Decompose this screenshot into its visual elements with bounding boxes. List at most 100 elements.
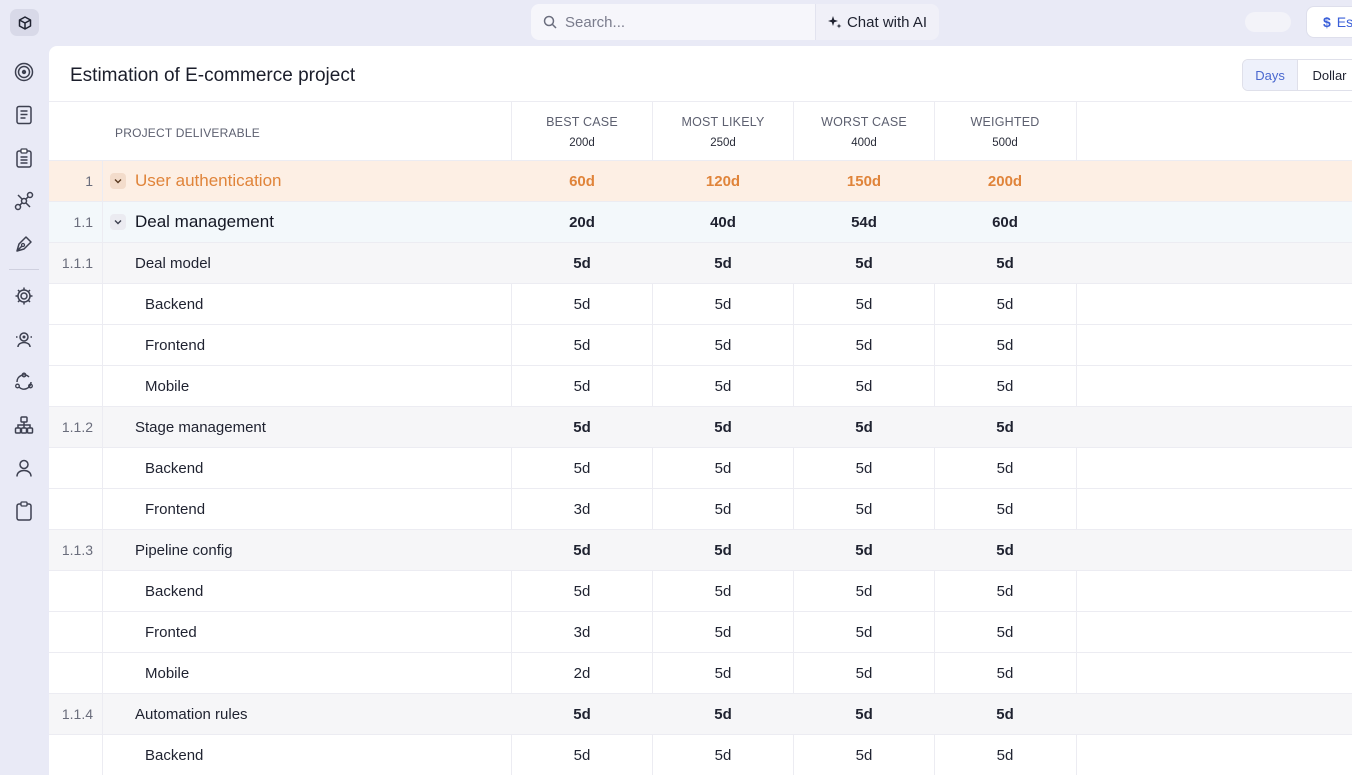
weighted-cell[interactable]: 5d [934,571,1075,611]
weighted-cell[interactable]: 5d [934,530,1075,570]
worst-case-cell[interactable]: 5d [793,243,934,283]
most-likely-cell[interactable]: 5d [652,448,793,488]
worst-case-cell[interactable]: 5d [793,612,934,652]
weighted-cell[interactable]: 5d [934,694,1075,734]
worst-case-cell[interactable]: 150d [793,161,934,201]
table-row[interactable]: 1.1.1 Deal model 5d 5d 5d 5d [49,243,1352,284]
best-case-cell[interactable]: 20d [511,202,652,242]
clipboard-list-icon[interactable] [12,146,36,170]
currency-button[interactable]: $ Es [1306,6,1352,38]
weighted-cell[interactable]: 200d [934,161,1075,201]
best-case-cell[interactable]: 5d [511,366,652,406]
table-row[interactable]: Mobile 5d 5d 5d 5d [49,366,1352,407]
settings-icon[interactable] [12,284,36,308]
document-icon[interactable] [12,103,36,127]
worst-case-cell[interactable]: 5d [793,571,934,611]
weighted-cell[interactable]: 5d [934,448,1075,488]
best-case-cell[interactable]: 5d [511,735,652,775]
most-likely-cell[interactable]: 5d [652,366,793,406]
network-icon[interactable] [12,189,36,213]
table-row[interactable]: Backend 5d 5d 5d 5d [49,284,1352,325]
pen-tool-icon[interactable] [12,232,36,256]
clipboard-icon[interactable] [12,499,36,523]
weighted-cell[interactable]: 5d [934,366,1075,406]
worst-case-cell[interactable]: 5d [793,366,934,406]
weighted-cell[interactable]: 5d [934,735,1075,775]
best-case-header[interactable]: BEST CASE 200d [511,102,652,161]
best-case-cell[interactable]: 5d [511,325,652,365]
chevron-down-icon[interactable] [110,173,126,189]
chat-with-ai-button[interactable]: Chat with AI [815,4,939,40]
most-likely-cell[interactable]: 5d [652,735,793,775]
most-likely-cell[interactable]: 5d [652,325,793,365]
dollar-toggle-button[interactable]: Dollar [1298,60,1352,90]
weighted-cell[interactable]: 5d [934,407,1075,447]
table-row[interactable]: Frontend 5d 5d 5d 5d [49,325,1352,366]
most-likely-cell[interactable]: 5d [652,530,793,570]
theme-toggle[interactable] [1245,12,1291,32]
best-case-cell[interactable]: 5d [511,694,652,734]
table-row[interactable]: Fronted 3d 5d 5d 5d [49,612,1352,653]
most-likely-cell[interactable]: 40d [652,202,793,242]
target-icon[interactable] [12,60,36,84]
table-row[interactable]: 1.1 Deal management 20d 40d 54d 60d [49,202,1352,243]
most-likely-header[interactable]: MOST LIKELY 250d [652,102,793,161]
weighted-cell[interactable]: 5d [934,243,1075,283]
best-case-cell[interactable]: 2d [511,653,652,693]
best-case-cell[interactable]: 5d [511,448,652,488]
most-likely-cell[interactable]: 5d [652,612,793,652]
worst-case-cell[interactable]: 5d [793,325,934,365]
users-gear-icon[interactable] [12,327,36,351]
worst-case-cell[interactable]: 5d [793,653,934,693]
table-row[interactable]: 1 User authentication 60d 120d 150d 200d [49,161,1352,202]
best-case-cell[interactable]: 5d [511,284,652,324]
worst-case-cell[interactable]: 5d [793,489,934,529]
most-likely-cell[interactable]: 5d [652,694,793,734]
best-case-cell[interactable]: 5d [511,407,652,447]
days-toggle-button[interactable]: Days [1243,60,1299,90]
table-row[interactable]: Backend 5d 5d 5d 5d [49,735,1352,775]
weighted-cell[interactable]: 5d [934,284,1075,324]
weighted-cell[interactable]: 5d [934,612,1075,652]
chevron-down-icon[interactable] [110,214,126,230]
worst-case-cell[interactable]: 5d [793,407,934,447]
best-case-cell[interactable]: 5d [511,571,652,611]
most-likely-cell[interactable]: 5d [652,407,793,447]
table-row[interactable]: Frontend 3d 5d 5d 5d [49,489,1352,530]
worst-case-cell[interactable]: 5d [793,530,934,570]
weighted-header[interactable]: WEIGHTED 500d [934,102,1075,161]
most-likely-cell[interactable]: 5d [652,489,793,529]
table-row[interactable]: Backend 5d 5d 5d 5d [49,571,1352,612]
user-icon[interactable] [12,456,36,480]
table-row[interactable]: Backend 5d 5d 5d 5d [49,448,1352,489]
best-case-cell[interactable]: 5d [511,530,652,570]
cube-logo-icon[interactable] [10,9,39,36]
most-likely-cell[interactable]: 5d [652,284,793,324]
worst-case-cell[interactable]: 5d [793,735,934,775]
weighted-cell[interactable]: 5d [934,653,1075,693]
weighted-cell[interactable]: 5d [934,489,1075,529]
table-row[interactable]: 1.1.4 Automation rules 5d 5d 5d 5d [49,694,1352,735]
worst-case-cell[interactable]: 5d [793,694,934,734]
most-likely-cell[interactable]: 5d [652,653,793,693]
weighted-cell[interactable]: 60d [934,202,1075,242]
weighted-cell[interactable]: 5d [934,325,1075,365]
cycle-icon[interactable] [12,370,36,394]
best-case-cell[interactable]: 3d [511,489,652,529]
table-row[interactable]: Mobile 2d 5d 5d 5d [49,653,1352,694]
table-row[interactable]: 1.1.3 Pipeline config 5d 5d 5d 5d [49,530,1352,571]
table-row[interactable]: 1.1.2 Stage management 5d 5d 5d 5d [49,407,1352,448]
most-likely-cell[interactable]: 5d [652,571,793,611]
best-case-cell[interactable]: 3d [511,612,652,652]
org-chart-icon[interactable] [12,413,36,437]
most-likely-cell[interactable]: 5d [652,243,793,283]
best-case-cell[interactable]: 60d [511,161,652,201]
best-case-cell[interactable]: 5d [511,243,652,283]
search-input[interactable]: Search... [531,4,815,40]
worst-case-cell[interactable]: 54d [793,202,934,242]
worst-case-cell[interactable]: 5d [793,284,934,324]
worst-case-header[interactable]: WORST CASE 400d [793,102,934,161]
worst-case-cell[interactable]: 5d [793,448,934,488]
most-likely-cell[interactable]: 120d [652,161,793,201]
row-divider [102,735,103,775]
